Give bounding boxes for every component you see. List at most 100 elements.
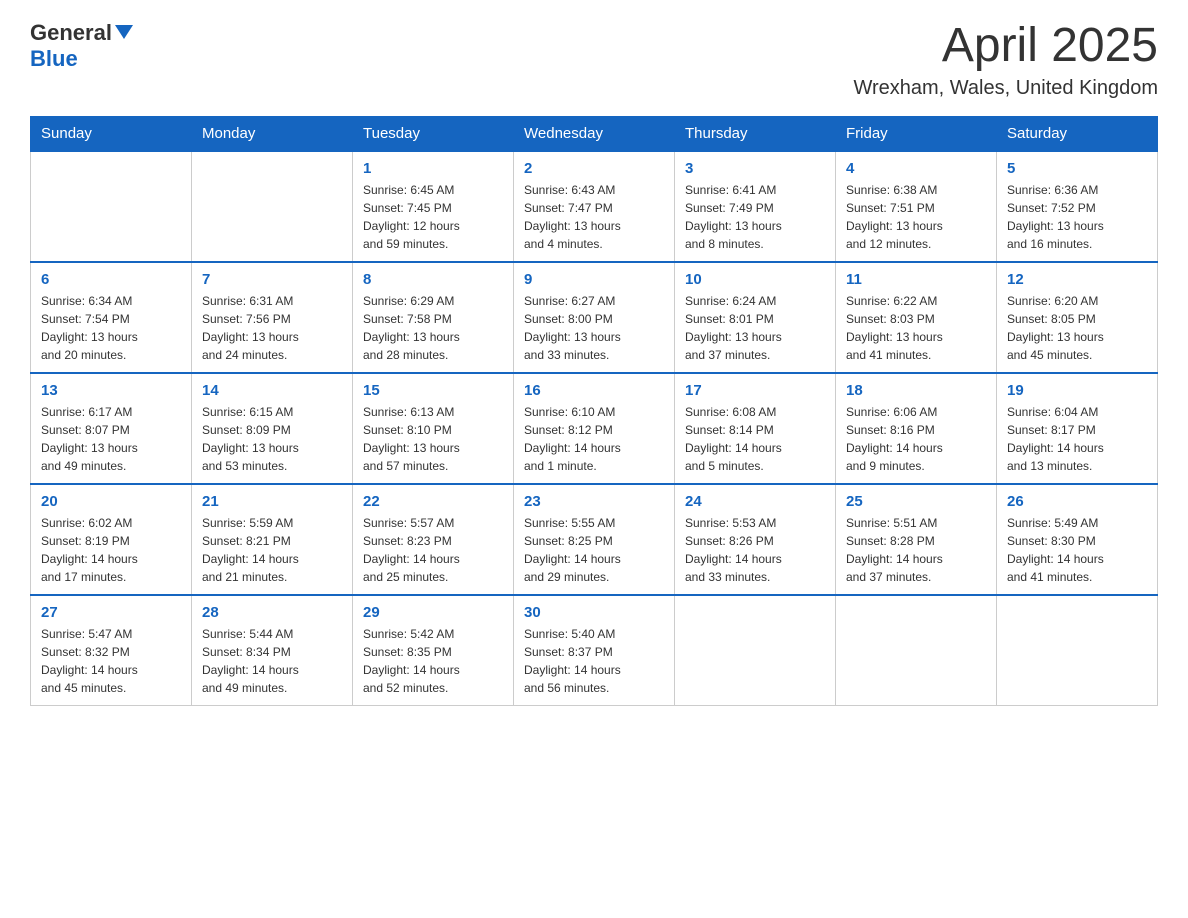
day-info: Sunrise: 6:17 AM Sunset: 8:07 PM Dayligh… [41, 403, 181, 475]
header-day-tuesday: Tuesday [353, 116, 514, 151]
day-number: 23 [524, 493, 664, 510]
day-info: Sunrise: 5:57 AM Sunset: 8:23 PM Dayligh… [363, 514, 503, 586]
day-number: 13 [41, 382, 181, 399]
header: General Blue April 2025 Wrexham, Wales, … [30, 20, 1158, 100]
calendar-cell: 30 Sunrise: 5:40 AM Sunset: 8:37 PM Dayli… [514, 595, 675, 706]
calendar-cell: 11Sunrise: 6:22 AM Sunset: 8:03 PM Dayli… [836, 262, 997, 373]
day-number: 15 [363, 382, 503, 399]
day-number: 21 [202, 493, 342, 510]
logo: General Blue [30, 20, 133, 72]
calendar-cell: 13 Sunrise: 6:17 AM Sunset: 8:07 PM Dayli… [31, 373, 192, 484]
day-info: Sunrise: 6:41 AM Sunset: 7:49 PM Dayligh… [685, 181, 825, 253]
day-info: Sunrise: 6:06 AM Sunset: 8:16 PM Dayligh… [846, 403, 986, 475]
day-number: 28 [202, 604, 342, 621]
calendar-cell: 23 Sunrise: 5:55 AM Sunset: 8:25 PM Dayli… [514, 484, 675, 595]
day-info: Sunrise: 6:31 AM Sunset: 7:56 PM Dayligh… [202, 292, 342, 364]
day-info: Sunrise: 5:53 AM Sunset: 8:26 PM Dayligh… [685, 514, 825, 586]
day-info: Sunrise: 6:36 AM Sunset: 7:52 PM Dayligh… [1007, 181, 1147, 253]
calendar-cell [675, 595, 836, 706]
calendar-cell: 15 Sunrise: 6:13 AM Sunset: 8:10 PM Dayli… [353, 373, 514, 484]
day-info: Sunrise: 6:43 AM Sunset: 7:47 PM Dayligh… [524, 181, 664, 253]
calendar-cell [31, 151, 192, 262]
day-number: 26 [1007, 493, 1147, 510]
day-number: 6 [41, 271, 181, 288]
day-info: Sunrise: 6:38 AM Sunset: 7:51 PM Dayligh… [846, 181, 986, 253]
calendar-cell: 26 Sunrise: 5:49 AM Sunset: 8:30 PM Dayli… [997, 484, 1158, 595]
day-info: Sunrise: 5:49 AM Sunset: 8:30 PM Dayligh… [1007, 514, 1147, 586]
calendar-cell: 14 Sunrise: 6:15 AM Sunset: 8:09 PM Dayli… [192, 373, 353, 484]
logo-blue-text: Blue [30, 46, 78, 71]
calendar-cell: 8Sunrise: 6:29 AM Sunset: 7:58 PM Daylig… [353, 262, 514, 373]
day-number: 5 [1007, 160, 1147, 177]
day-number: 7 [202, 271, 342, 288]
day-info: Sunrise: 6:13 AM Sunset: 8:10 PM Dayligh… [363, 403, 503, 475]
calendar-cell: 24 Sunrise: 5:53 AM Sunset: 8:26 PM Dayli… [675, 484, 836, 595]
day-info: Sunrise: 6:34 AM Sunset: 7:54 PM Dayligh… [41, 292, 181, 364]
calendar-cell: 22 Sunrise: 5:57 AM Sunset: 8:23 PM Dayli… [353, 484, 514, 595]
day-number: 22 [363, 493, 503, 510]
week-row-2: 6 Sunrise: 6:34 AM Sunset: 7:54 PM Daylig… [31, 262, 1158, 373]
day-info: Sunrise: 6:08 AM Sunset: 8:14 PM Dayligh… [685, 403, 825, 475]
week-row-5: 27 Sunrise: 5:47 AM Sunset: 8:32 PM Dayli… [31, 595, 1158, 706]
calendar-cell: 1 Sunrise: 6:45 AM Sunset: 7:45 PM Daylig… [353, 151, 514, 262]
calendar-cell: 27 Sunrise: 5:47 AM Sunset: 8:32 PM Dayli… [31, 595, 192, 706]
day-number: 18 [846, 382, 986, 399]
header-row: SundayMondayTuesdayWednesdayThursdayFrid… [31, 116, 1158, 151]
header-day-monday: Monday [192, 116, 353, 151]
calendar-cell [997, 595, 1158, 706]
day-number: 30 [524, 604, 664, 621]
calendar-cell: 21 Sunrise: 5:59 AM Sunset: 8:21 PM Dayli… [192, 484, 353, 595]
day-info: Sunrise: 6:27 AM Sunset: 8:00 PM Dayligh… [524, 292, 664, 364]
day-number: 10 [685, 271, 825, 288]
calendar-cell: 2 Sunrise: 6:43 AM Sunset: 7:47 PM Daylig… [514, 151, 675, 262]
location-title: Wrexham, Wales, United Kingdom [853, 77, 1158, 100]
calendar-cell: 5 Sunrise: 6:36 AM Sunset: 7:52 PM Daylig… [997, 151, 1158, 262]
day-info: Sunrise: 6:15 AM Sunset: 8:09 PM Dayligh… [202, 403, 342, 475]
calendar-cell: 12Sunrise: 6:20 AM Sunset: 8:05 PM Dayli… [997, 262, 1158, 373]
day-number: 25 [846, 493, 986, 510]
day-info: Sunrise: 6:20 AM Sunset: 8:05 PM Dayligh… [1007, 292, 1147, 364]
month-title: April 2025 [853, 20, 1158, 73]
day-number: 27 [41, 604, 181, 621]
calendar-body: 1 Sunrise: 6:45 AM Sunset: 7:45 PM Daylig… [31, 151, 1158, 706]
calendar-header: SundayMondayTuesdayWednesdayThursdayFrid… [31, 116, 1158, 151]
day-number: 8 [363, 271, 503, 288]
calendar-cell: 7 Sunrise: 6:31 AM Sunset: 7:56 PM Daylig… [192, 262, 353, 373]
calendar-cell: 17 Sunrise: 6:08 AM Sunset: 8:14 PM Dayli… [675, 373, 836, 484]
day-number: 24 [685, 493, 825, 510]
day-info: Sunrise: 6:24 AM Sunset: 8:01 PM Dayligh… [685, 292, 825, 364]
header-day-wednesday: Wednesday [514, 116, 675, 151]
calendar-cell: 18 Sunrise: 6:06 AM Sunset: 8:16 PM Dayli… [836, 373, 997, 484]
day-number: 1 [363, 160, 503, 177]
day-info: Sunrise: 5:44 AM Sunset: 8:34 PM Dayligh… [202, 625, 342, 697]
header-day-thursday: Thursday [675, 116, 836, 151]
calendar-cell: 3 Sunrise: 6:41 AM Sunset: 7:49 PM Daylig… [675, 151, 836, 262]
day-number: 3 [685, 160, 825, 177]
day-info: Sunrise: 5:47 AM Sunset: 8:32 PM Dayligh… [41, 625, 181, 697]
day-number: 14 [202, 382, 342, 399]
day-info: Sunrise: 5:51 AM Sunset: 8:28 PM Dayligh… [846, 514, 986, 586]
week-row-1: 1 Sunrise: 6:45 AM Sunset: 7:45 PM Daylig… [31, 151, 1158, 262]
day-info: Sunrise: 6:10 AM Sunset: 8:12 PM Dayligh… [524, 403, 664, 475]
day-info: Sunrise: 6:04 AM Sunset: 8:17 PM Dayligh… [1007, 403, 1147, 475]
day-info: Sunrise: 5:42 AM Sunset: 8:35 PM Dayligh… [363, 625, 503, 697]
calendar-cell: 10 Sunrise: 6:24 AM Sunset: 8:01 PM Dayli… [675, 262, 836, 373]
header-day-friday: Friday [836, 116, 997, 151]
day-number: 19 [1007, 382, 1147, 399]
calendar-cell: 9 Sunrise: 6:27 AM Sunset: 8:00 PM Daylig… [514, 262, 675, 373]
day-number: 9 [524, 271, 664, 288]
day-number: 2 [524, 160, 664, 177]
day-number: 17 [685, 382, 825, 399]
day-info: Sunrise: 5:59 AM Sunset: 8:21 PM Dayligh… [202, 514, 342, 586]
calendar-cell: 28 Sunrise: 5:44 AM Sunset: 8:34 PM Dayli… [192, 595, 353, 706]
day-number: 20 [41, 493, 181, 510]
day-info: Sunrise: 5:55 AM Sunset: 8:25 PM Dayligh… [524, 514, 664, 586]
day-info: Sunrise: 6:45 AM Sunset: 7:45 PM Dayligh… [363, 181, 503, 253]
calendar-cell: 29Sunrise: 5:42 AM Sunset: 8:35 PM Dayli… [353, 595, 514, 706]
header-day-sunday: Sunday [31, 116, 192, 151]
day-info: Sunrise: 5:40 AM Sunset: 8:37 PM Dayligh… [524, 625, 664, 697]
day-info: Sunrise: 6:02 AM Sunset: 8:19 PM Dayligh… [41, 514, 181, 586]
calendar-cell [836, 595, 997, 706]
day-number: 11 [846, 271, 986, 288]
calendar-cell: 4Sunrise: 6:38 AM Sunset: 7:51 PM Daylig… [836, 151, 997, 262]
